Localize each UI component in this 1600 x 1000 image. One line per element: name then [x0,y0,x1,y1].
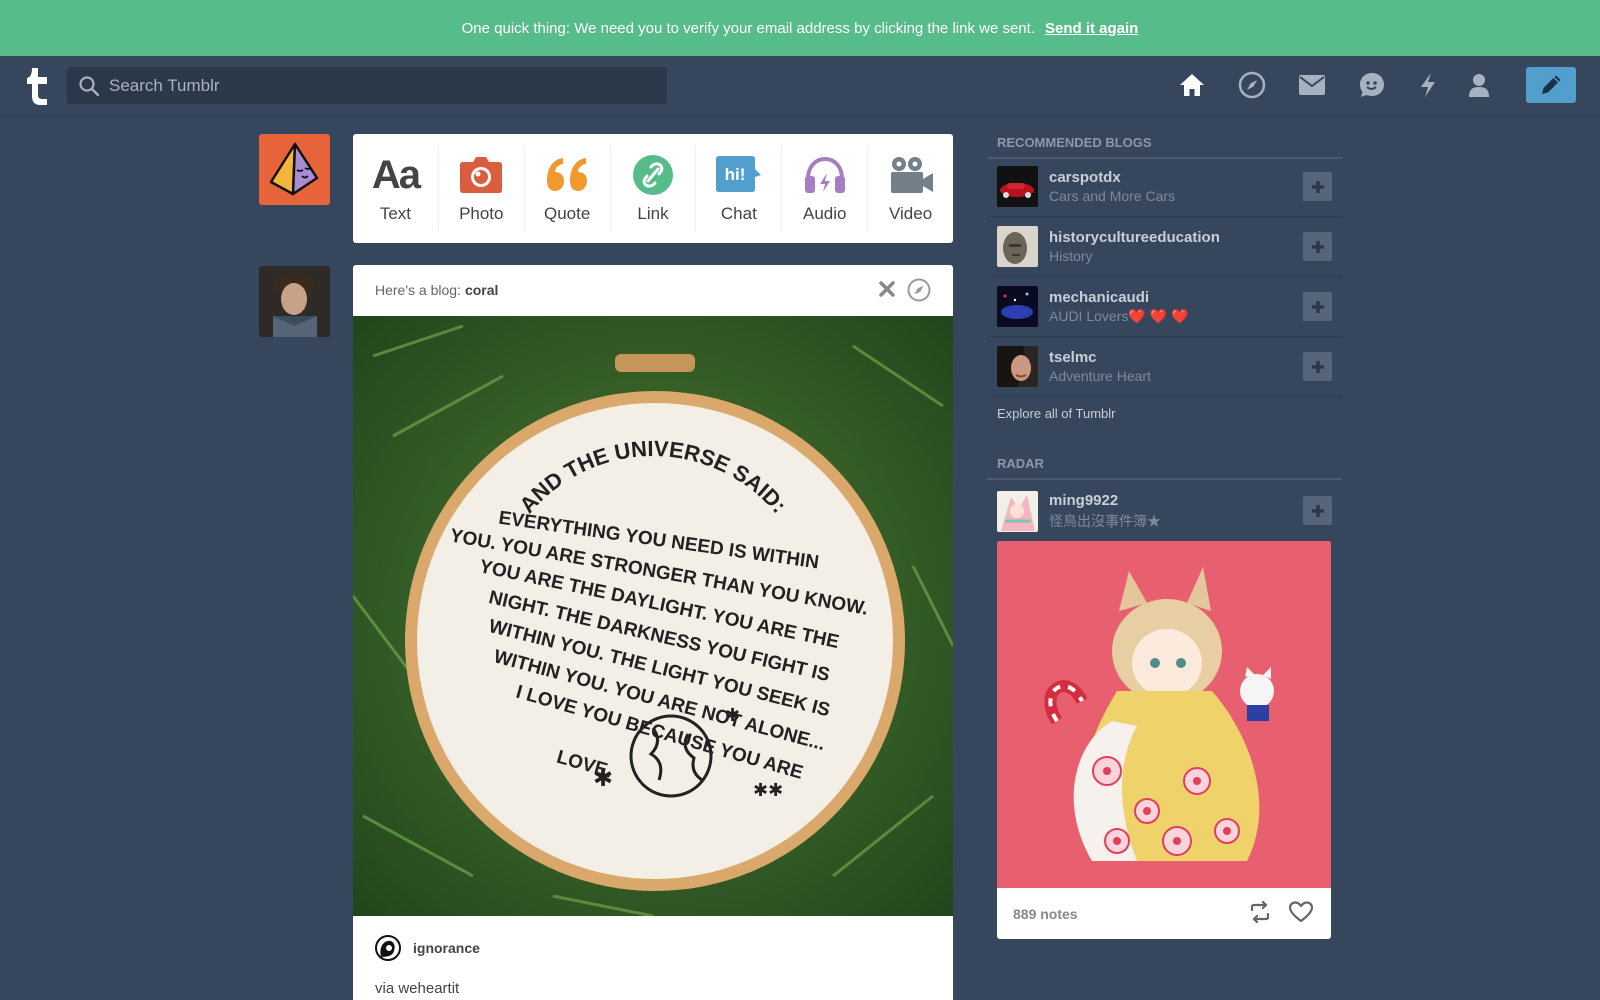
blog-name[interactable]: carspotdx [1049,169,1175,186]
recommended-blog-item[interactable]: carspotdx Cars and More Cars [987,157,1342,217]
follow-button[interactable] [1303,352,1332,381]
verify-email-banner: One quick thing: We need you to verify y… [0,0,1600,56]
messaging-icon[interactable] [1357,70,1387,100]
recommended-blogs-heading: Recommended Blogs [987,135,1342,159]
post-type-text[interactable]: Aa Text [353,146,439,231]
account-icon[interactable] [1464,70,1494,100]
quote-icon [544,150,590,200]
follow-button[interactable] [1303,232,1332,261]
follow-button[interactable] [1303,496,1332,525]
like-icon[interactable] [1288,901,1314,928]
send-again-link[interactable]: Send it again [1045,20,1138,37]
blog-title: Adventure Heart [1049,368,1151,384]
radar-photo[interactable] [997,541,1331,888]
radar-blog-name[interactable]: ming9922 [1049,492,1161,509]
search-icon [79,75,99,96]
post-type-audio[interactable]: Audio [782,146,869,231]
follow-button[interactable] [1303,292,1332,321]
svg-text:hi!: hi! [724,165,745,184]
post-type-label: Text [379,204,412,223]
radar-post-footer: 889 notes [997,888,1331,939]
blog-title: Cars and More Cars [1049,188,1176,204]
source-avatar[interactable] [375,935,401,961]
post-type-bar: Aa Text Photo Quote Link hi! Chat Audio [353,134,953,243]
follow-button[interactable] [1303,172,1332,201]
plus-icon [1311,180,1324,193]
recommended-blog-item[interactable]: historycultureeducation History [987,217,1342,277]
post-type-label: Video [888,204,933,223]
radar-heading: Radar [987,456,1342,480]
post-type-label: Audio [802,204,847,223]
radar-blog-title: 怪鳥出沒事件簿★ [1049,512,1161,529]
recommended-post: Here's a blog: coral AND THE UNIVERSE SA… [353,265,953,1000]
link-icon [632,150,674,200]
blog-name[interactable]: mechanicaudi [1049,289,1188,306]
plus-icon [1311,240,1324,253]
post-type-label: Link [637,204,669,223]
notes-count[interactable]: 889 notes [1013,906,1078,922]
svg-text:✱✱: ✱✱ [753,780,783,800]
photo-icon [459,150,503,200]
inbox-icon[interactable] [1297,70,1327,100]
blog-name[interactable]: tselmc [1049,349,1151,366]
pencil-icon [1542,75,1561,94]
post-header: Here's a blog: coral [353,265,953,315]
blog-avatar[interactable] [997,166,1038,207]
compass-icon[interactable] [907,278,931,305]
blog-title: History [1049,248,1093,264]
post-type-photo[interactable]: Photo [439,146,525,231]
tumblr-logo-icon[interactable] [22,66,52,106]
blog-name[interactable]: historycultureeducation [1049,229,1220,246]
plus-icon [1311,300,1324,313]
svg-text:✱: ✱ [593,765,613,792]
post-header-prefix: Here's a blog: [375,282,461,298]
banner-message: One quick thing: We need you to verify y… [461,19,1035,37]
recommended-blog-item[interactable]: mechanicaudi AUDI Lovers❤️ ❤️ ❤️ [987,277,1342,337]
plus-icon [1311,360,1324,373]
search-bar[interactable] [67,67,667,104]
compose-button[interactable] [1526,67,1576,103]
chat-icon: hi! [715,150,762,200]
post-type-label: Photo [459,204,504,223]
reblog-icon[interactable] [1249,900,1271,928]
blog-title: AUDI Lovers❤️ ❤️ ❤️ [1049,307,1189,324]
dismiss-icon[interactable] [878,280,896,301]
radar-post: 889 notes [997,541,1331,939]
explore-icon[interactable] [1237,70,1267,100]
my-blog-avatar[interactable] [259,134,330,205]
source-blog-name[interactable]: ignorance [413,940,480,956]
svg-text:✱: ✱ [725,705,740,725]
post-type-chat[interactable]: hi! Chat [696,146,783,231]
activity-icon[interactable] [1413,70,1443,100]
post-type-link[interactable]: Link [611,146,697,231]
post-type-label: Quote [543,204,591,223]
radar-blog-item[interactable]: ming9922 怪鳥出沒事件簿★ [987,481,1342,541]
post-type-quote[interactable]: Quote [525,146,611,231]
explore-all-link[interactable]: Explore all of Tumblr [997,406,1116,421]
text-icon: Aa [371,152,421,197]
search-input[interactable] [109,75,649,96]
post-photo[interactable]: AND THE UNIVERSE SAID: EVERYTHING YOU NE… [353,316,953,916]
post-type-label: Chat [720,204,757,223]
plus-icon [1311,504,1324,517]
blog-avatar[interactable] [997,226,1038,267]
home-icon[interactable] [1177,70,1207,100]
recommended-blog-item[interactable]: tselmc Adventure Heart [987,337,1342,397]
post-author-avatar[interactable] [259,266,330,337]
radar-blog-avatar[interactable] [997,490,1038,532]
post-footer: ignorance via weheartit [353,916,953,997]
post-blog-name[interactable]: coral [465,282,498,298]
blog-avatar[interactable] [997,286,1038,327]
source-credit: ignorance [375,916,931,980]
audio-icon [803,150,847,200]
top-nav [0,56,1600,117]
post-caption: via weheartit [375,980,460,997]
blog-avatar[interactable] [997,346,1038,387]
video-icon [888,150,934,200]
post-type-video[interactable]: Video [868,146,953,231]
